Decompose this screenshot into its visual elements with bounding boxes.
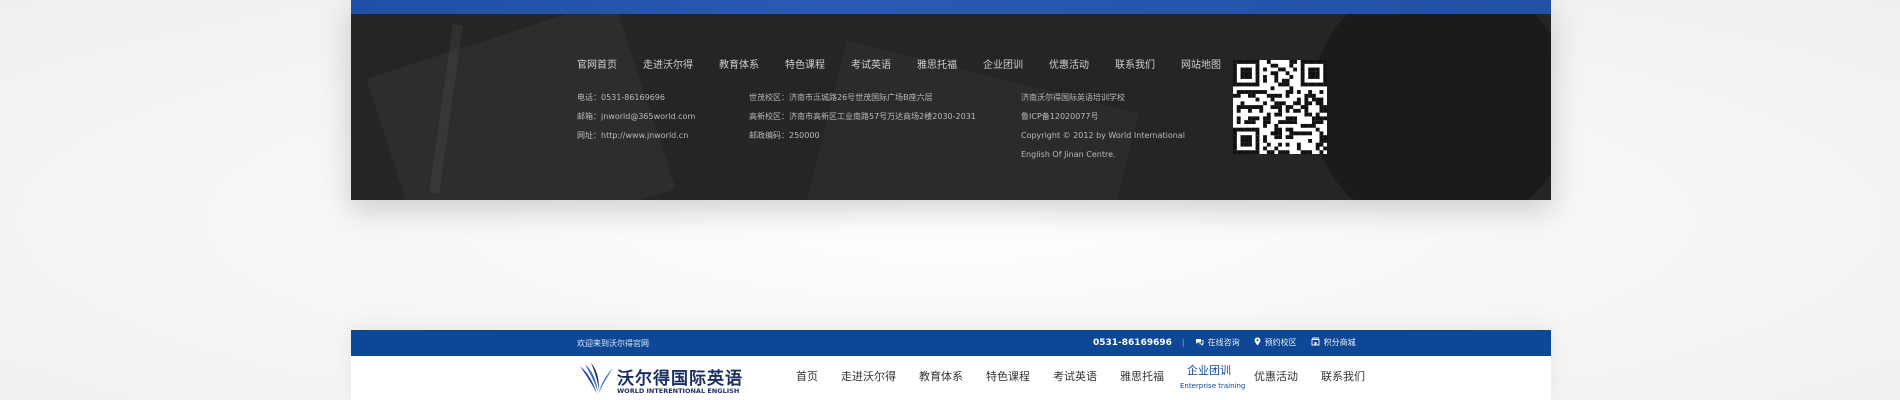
nav-enterprise-label: 企业团训 (1187, 364, 1231, 377)
nav-ielts-label: 雅思托福 (1120, 370, 1164, 383)
points-mall-label: 积分商城 (1323, 338, 1356, 347)
footer-campus-hightech: 高新校区：济南市高新区工业南路57号万达商场2楼2030-2031 (749, 112, 976, 121)
book-campus-label: 预约校区 (1264, 338, 1297, 347)
nav-education-label: 教育体系 (919, 370, 963, 383)
welcome-text: 欢迎来到沃尔得官网 (577, 339, 649, 348)
chat-icon (1195, 338, 1204, 348)
footer-nav: 官网首页 走进沃尔得 教育体系 特色课程 考试英语 雅思托福 企业团训 优惠活动… (577, 56, 1247, 71)
nav-courses-label: 特色课程 (986, 370, 1030, 383)
top-bar: 欢迎来到沃尔得官网 0531-86169696 | 在线咨询 预约校区 积分商城 (351, 330, 1551, 356)
qr-code-icon (1233, 60, 1327, 154)
nav-promotions[interactable]: 优惠活动 (1254, 368, 1298, 384)
footer-nav-contact[interactable]: 联系我们 (1115, 56, 1155, 71)
nav-exam[interactable]: 考试英语 (1053, 368, 1097, 384)
main-header: 沃尔得国际英语 WORLD INTERENTIONAL ENGLISH 首页 走… (351, 356, 1551, 400)
footer-website[interactable]: 网址：http://www.jnworld.cn (577, 126, 695, 145)
online-consult-link[interactable]: 在线咨询 (1195, 337, 1240, 348)
nav-enterprise[interactable]: 企业团训 Enterprise training (1180, 364, 1245, 390)
footer-top-strip (351, 0, 1551, 14)
footer-nav-exam[interactable]: 考试英语 (851, 56, 891, 71)
nav-contact-label: 联系我们 (1321, 370, 1365, 383)
nav-about[interactable]: 走进沃尔得 (841, 368, 896, 384)
footer-nav-home[interactable]: 官网首页 (577, 56, 617, 71)
points-mall-link[interactable]: 积分商城 (1311, 337, 1356, 348)
nav-enterprise-sublabel: Enterprise training (1180, 382, 1246, 390)
footer-company: 济南沃尔得国际英语培训学校 鲁ICP备12020077号 Copyright ©… (1021, 88, 1185, 164)
footer-email[interactable]: 邮箱：jnworld@365world.com (577, 107, 695, 126)
footer-nav-sitemap[interactable]: 网站地图 (1181, 56, 1221, 71)
nav-home[interactable]: 首页 (796, 368, 818, 384)
location-icon (1254, 337, 1261, 348)
footer-nav-about[interactable]: 走进沃尔得 (643, 56, 693, 71)
footer-phone: 电话：0531-86169696 (577, 93, 665, 102)
background-cup-shape (1311, 14, 1551, 200)
nav-exam-label: 考试英语 (1053, 370, 1097, 383)
hotline: 0531-86169696 (1093, 337, 1172, 348)
nav-promotions-label: 优惠活动 (1254, 370, 1298, 383)
wings-logo-icon (580, 363, 613, 394)
logo-english: WORLD INTERENTIONAL ENGLISH (617, 387, 740, 395)
online-consult-label: 在线咨询 (1207, 338, 1240, 347)
footer-panel: 官网首页 走进沃尔得 教育体系 特色课程 考试英语 雅思托福 企业团训 优惠活动… (351, 0, 1551, 200)
shop-icon (1311, 337, 1320, 348)
logo-chinese: 沃尔得国际英语 (617, 369, 743, 389)
main-nav: 首页 走进沃尔得 教育体系 特色课程 考试英语 雅思托福 企业团训 Enterp… (796, 364, 1388, 390)
footer-copyright-1: Copyright © 2012 by World International (1021, 131, 1185, 140)
footer-copyright-2: English Of Jinan Centre. (1021, 150, 1116, 159)
top-bar-right: 0531-86169696 | 在线咨询 预约校区 积分商城 (1093, 337, 1370, 348)
footer-nav-courses[interactable]: 特色课程 (785, 56, 825, 71)
nav-ielts[interactable]: 雅思托福 (1120, 368, 1164, 384)
footer-icp[interactable]: 鲁ICP备12020077号 (1021, 107, 1185, 126)
footer-school-name: 济南沃尔得国际英语培训学校 (1021, 93, 1125, 102)
nav-about-label: 走进沃尔得 (841, 370, 896, 383)
footer-contact: 电话：0531-86169696 邮箱：jnworld@365world.com… (577, 88, 695, 145)
footer-nav-ielts[interactable]: 雅思托福 (917, 56, 957, 71)
footer-campus-shimao: 世茂校区：济南市泺城路26号世茂国际广场B座六层 (749, 93, 933, 102)
nav-education[interactable]: 教育体系 (919, 368, 963, 384)
book-campus-link[interactable]: 预约校区 (1254, 337, 1297, 348)
footer-background: 官网首页 走进沃尔得 教育体系 特色课程 考试英语 雅思托福 企业团训 优惠活动… (351, 14, 1551, 200)
footer-nav-enterprise[interactable]: 企业团训 (983, 56, 1023, 71)
header-panel: 欢迎来到沃尔得官网 0531-86169696 | 在线咨询 预约校区 积分商城… (351, 330, 1551, 400)
footer-nav-education[interactable]: 教育体系 (719, 56, 759, 71)
divider: | (1181, 338, 1185, 347)
footer-postcode: 邮政编码：250000 (749, 131, 820, 140)
nav-courses[interactable]: 特色课程 (986, 368, 1030, 384)
qr-code (1233, 60, 1327, 154)
footer-campus: 世茂校区：济南市泺城路26号世茂国际广场B座六层 高新校区：济南市高新区工业南路… (749, 88, 976, 145)
logo[interactable]: 沃尔得国际英语 WORLD INTERENTIONAL ENGLISH (577, 360, 742, 400)
nav-contact[interactable]: 联系我们 (1321, 368, 1365, 384)
nav-home-label: 首页 (796, 370, 818, 383)
footer-nav-promotions[interactable]: 优惠活动 (1049, 56, 1089, 71)
